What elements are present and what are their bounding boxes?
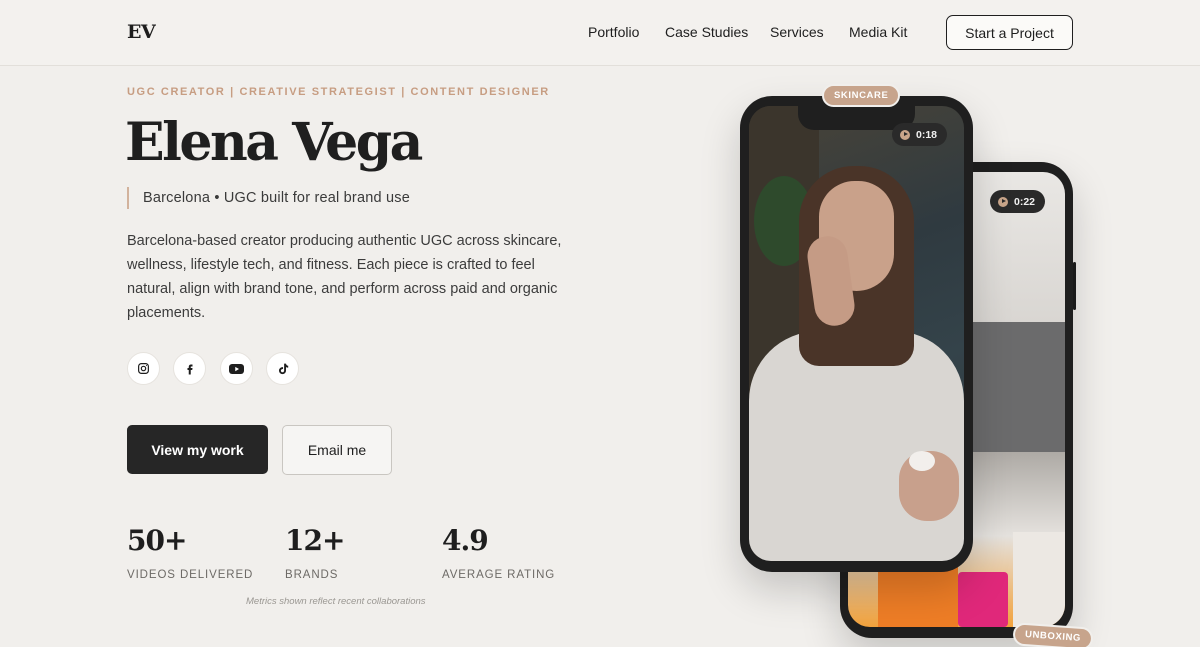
- hero-eyebrow: UGC CREATOR | CREATIVE STRATEGIST | CONT…: [127, 86, 550, 98]
- social-links: [127, 352, 307, 386]
- youtube-icon[interactable]: [220, 352, 253, 385]
- stat-videos-value: 50+: [127, 524, 187, 557]
- site-header: EV Portfolio Case Studies Services Media…: [0, 0, 1200, 66]
- duration-pill-unboxing: 0:22: [990, 190, 1046, 213]
- play-icon: [900, 129, 910, 140]
- play-icon: [998, 196, 1008, 207]
- metrics-note: Metrics shown reflect recent collaborati…: [246, 596, 426, 607]
- stat-videos-label: VIDEOS DELIVERED: [127, 569, 254, 581]
- stat-brands-label: BRANDS: [285, 569, 339, 581]
- nav-case-studies[interactable]: Case Studies: [665, 24, 748, 40]
- cream-dollop: [909, 451, 935, 471]
- white-box: [1013, 532, 1065, 627]
- hero-name: Elena Vega: [125, 112, 423, 173]
- hero-tagline: Barcelona • UGC built for real brand use: [127, 187, 410, 209]
- instagram-icon[interactable]: [127, 352, 160, 385]
- nav-portfolio[interactable]: Portfolio: [588, 24, 639, 40]
- start-project-button[interactable]: Start a Project: [946, 15, 1073, 50]
- nav-media-kit[interactable]: Media Kit: [849, 24, 907, 40]
- tiktok-icon[interactable]: [266, 352, 299, 385]
- phone-mockup-skincare[interactable]: 0:18: [740, 96, 973, 572]
- view-work-button[interactable]: View my work: [127, 425, 268, 474]
- stat-brands-value: 12+: [285, 524, 345, 557]
- duration-label-skincare: 0:18: [916, 128, 938, 141]
- stat-rating-label: AVERAGE RATING: [442, 569, 556, 581]
- duration-pill-skincare: 0:18: [892, 123, 948, 146]
- phone-side-button: [1073, 262, 1076, 310]
- pink-bag: [958, 572, 1008, 627]
- email-me-button[interactable]: Email me: [282, 425, 392, 475]
- tag-unboxing: UNBOXING: [1012, 622, 1094, 647]
- facebook-icon[interactable]: [173, 352, 206, 385]
- hero-description: Barcelona-based creator producing authen…: [127, 233, 562, 321]
- stat-rating-value: 4.9: [442, 524, 489, 557]
- nav-services[interactable]: Services: [770, 24, 824, 40]
- duration-label-unboxing: 0:22: [1014, 195, 1036, 208]
- tag-skincare: SKINCARE: [822, 84, 901, 107]
- video-thumbnail-skincare[interactable]: [749, 106, 964, 561]
